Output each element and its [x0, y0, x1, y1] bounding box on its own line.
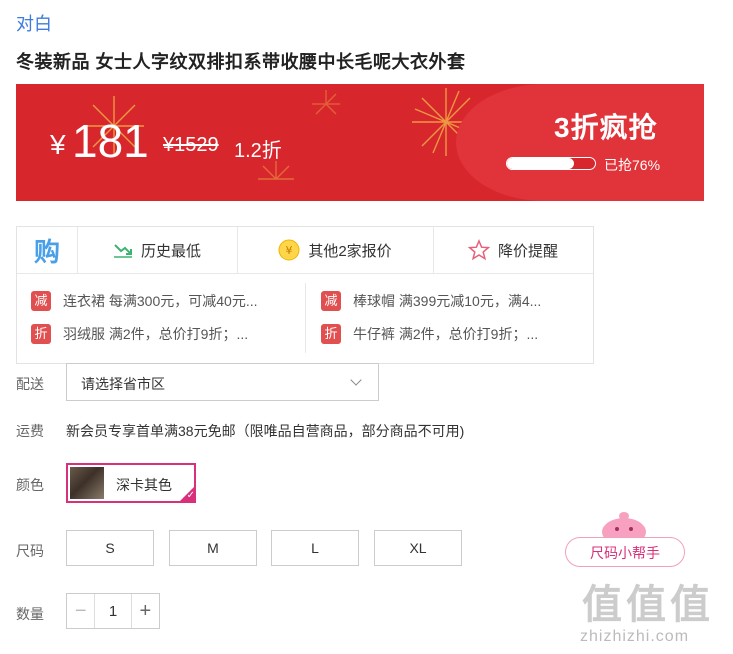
sold-progress-bar [506, 157, 596, 170]
quantity-stepper: − 1 + [66, 593, 160, 629]
history-lowest-label: 历史最低 [140, 242, 201, 260]
promo-tag: 折 [321, 324, 341, 344]
region-select-text: 请选择省市区 [81, 376, 165, 392]
history-lowest-button[interactable]: 历史最低 [77, 227, 237, 273]
size-option-l[interactable]: L [271, 530, 359, 566]
gou-logo-icon: 购 [33, 236, 60, 267]
compare-toolbar: 购 历史最低 ¥ 其他2家报价 降价提醒 [17, 227, 593, 274]
price-alert-button[interactable]: 降价提醒 [433, 227, 593, 273]
sold-progress-text: 已抢76% [604, 157, 661, 173]
shipping-info: 新会员专享首单满38元免邮（限唯品自营商品，部分商品不可用) [66, 423, 465, 439]
quantity-label: 数量 [16, 606, 44, 622]
size-option-m[interactable]: M [169, 530, 257, 566]
region-select[interactable]: 请选择省市区 [66, 363, 379, 401]
price-alert-label: 降价提醒 [497, 242, 558, 260]
sold-progress-fill [507, 158, 574, 169]
original-price: ¥1529 [163, 134, 219, 156]
quantity-increase-button[interactable]: + [130, 594, 159, 628]
watermark-logo: 值值值 [582, 583, 714, 627]
size-label: 尺码 [16, 543, 44, 559]
flash-sale-title: 3折疯抢 [554, 112, 658, 143]
shipping-label: 运费 [16, 423, 44, 439]
promo-item[interactable]: 减 棒球帽 满399元减10元，满4... [321, 291, 541, 311]
checkmark-icon: ✓ [178, 485, 196, 503]
delivery-label: 配送 [16, 376, 44, 392]
promo-text: 羽绒服 满2件，总价打9折；... [63, 326, 249, 342]
price-compare-box: 购 历史最低 ¥ 其他2家报价 降价提醒 减 连衣裙 每满300元，可减40元.… [16, 226, 594, 364]
svg-text:¥: ¥ [286, 244, 293, 257]
gou-logo[interactable]: 购 [17, 227, 78, 273]
other-quotes-button[interactable]: ¥ 其他2家报价 [237, 227, 433, 273]
currency-symbol: ¥ [50, 129, 66, 160]
other-quotes-label: 其他2家报价 [308, 242, 392, 260]
size-option-xl[interactable]: XL [374, 530, 462, 566]
promo-item[interactable]: 折 牛仔裤 满2件，总价打9折；... [321, 324, 538, 344]
promo-item[interactable]: 减 连衣裙 每满300元，可减40元... [31, 291, 258, 311]
product-title: 冬装新品 女士人字纹双排扣系带收腰中长毛呢大衣外套 [16, 52, 466, 72]
quantity-decrease-button[interactable]: − [67, 594, 96, 628]
color-option-name: 深卡其色 [116, 477, 172, 493]
size-helper-button[interactable]: 尺码小帮手 [565, 537, 685, 567]
color-label: 颜色 [16, 477, 44, 493]
promo-tag: 折 [31, 324, 51, 344]
promo-tag: 减 [321, 291, 341, 311]
promo-banner: ¥ 181 ¥1529 1.2折 3折疯抢 已抢76% [16, 84, 704, 201]
promo-item[interactable]: 折 羽绒服 满2件，总价打9折；... [31, 324, 248, 344]
yuan-coin-icon: ¥ [278, 239, 300, 261]
chevron-down-icon [350, 374, 362, 386]
quantity-value[interactable]: 1 [95, 594, 130, 628]
trend-down-icon [113, 244, 132, 258]
promo-text: 连衣裙 每满300元，可减40元... [63, 293, 258, 309]
color-thumbnail [70, 467, 104, 499]
watermark-url: zhizhizhi.com [580, 628, 690, 645]
promo-text: 棒球帽 满399元减10元，满4... [353, 293, 542, 309]
brand-name[interactable]: 对白 [16, 10, 52, 36]
star-icon [467, 239, 490, 261]
promo-text: 牛仔裤 满2件，总价打9折；... [353, 326, 539, 342]
size-option-s[interactable]: S [66, 530, 154, 566]
promo-tag: 减 [31, 291, 51, 311]
color-option-selected[interactable]: 深卡其色 ✓ [66, 463, 196, 503]
sale-price: 181 [72, 115, 149, 167]
discount-rate: 1.2折 [234, 140, 282, 162]
